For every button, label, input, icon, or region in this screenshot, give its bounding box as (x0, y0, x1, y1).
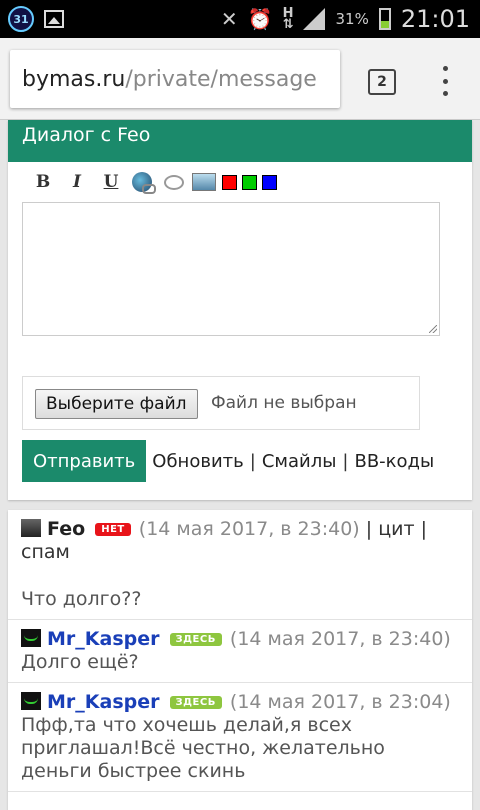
username-link[interactable]: Mr_Kasper (47, 691, 160, 713)
bbcodes-link[interactable]: BB-коды (354, 451, 434, 472)
dialog-title: Диалог с Feo (8, 120, 472, 162)
link-icon[interactable] (132, 172, 156, 194)
url-path: /private/message (125, 66, 317, 92)
bbcode-toolbar: B I U (26, 172, 282, 194)
url-bar[interactable]: bymas.ru/private/message (10, 50, 340, 108)
clock: 21:01 (400, 5, 470, 33)
calendar-notification-icon: 31 (8, 6, 34, 32)
browser-toolbar: bymas.ru/private/message 2 (0, 38, 480, 120)
quote-link[interactable]: цит (378, 518, 414, 540)
bold-button[interactable]: B (26, 172, 60, 192)
spam-link[interactable]: спам (21, 541, 70, 563)
choose-file-button[interactable]: Выберите файл (35, 389, 198, 419)
network-type-icon: H ⇅ (282, 6, 294, 32)
offline-badge: НЕТ (95, 523, 131, 536)
avatar[interactable] (21, 692, 41, 710)
separator: | (365, 518, 373, 540)
file-status: Файл не выбран (211, 393, 357, 413)
battery-percent: 31% (335, 10, 369, 28)
smileys-link[interactable]: Смайлы (262, 451, 337, 472)
alarm-icon: ⏰ (247, 7, 273, 31)
color-blue-button[interactable] (262, 174, 277, 190)
list-item: Mr_Kasper ЗДЕСЬ (14 мая 2017, в 23:40) Д… (8, 620, 472, 683)
list-item: Feo НЕТ (14 мая 2017, в 23:40) | цит | с… (8, 510, 472, 620)
underline-button[interactable]: U (94, 172, 128, 192)
tab-switcher-button[interactable]: 2 (368, 69, 396, 95)
message-text: Долго ещё? (21, 651, 139, 673)
message-time: (14 мая 2017, в 23:40) (229, 628, 451, 650)
avatar[interactable] (21, 629, 41, 647)
list-item: Mr_Kasper ЗДЕСЬ (14 мая 2017, в 23:04) П… (8, 683, 472, 792)
quote-icon[interactable] (164, 174, 184, 190)
battery-icon (378, 8, 391, 30)
mute-icon: ✕ (220, 7, 238, 31)
message-list: Feo НЕТ (14 мая 2017, в 23:40) | цит | с… (8, 510, 472, 810)
message-textarea[interactable] (22, 202, 440, 336)
status-bar: 31 ✕ ⏰ H ⇅ 31% 21:01 (0, 0, 480, 38)
gallery-notification-icon (44, 10, 64, 28)
signal-icon (303, 8, 326, 30)
message-time: (14 мая 2017, в 23:40) (138, 518, 360, 540)
browser-menu-icon[interactable] (440, 66, 450, 96)
dialog-form-card: Диалог с Feo B I U Выберите файл Файл не… (8, 120, 472, 500)
username-link[interactable]: Mr_Kasper (47, 628, 160, 650)
refresh-link[interactable]: Обновить (152, 451, 243, 472)
username-link[interactable]: Feo (47, 518, 85, 540)
separator: | (249, 450, 256, 472)
italic-button[interactable]: I (60, 172, 94, 192)
separator: | (342, 450, 349, 472)
send-button[interactable]: Отправить (22, 440, 147, 482)
url-domain: bymas.ru (22, 66, 126, 92)
message-time: (14 мая 2017, в 23:04) (229, 691, 451, 713)
color-green-button[interactable] (242, 174, 257, 190)
image-icon[interactable] (192, 173, 216, 191)
form-actions: Отправить Обновить | Смайлы | BB-коды (22, 440, 434, 482)
file-upload: Выберите файл Файл не выбран (22, 376, 420, 430)
online-badge: ЗДЕСЬ (169, 696, 222, 709)
online-badge: ЗДЕСЬ (169, 633, 222, 646)
color-red-button[interactable] (222, 174, 237, 190)
message-text: Пфф,та что хочешь делай,я всех приглашал… (21, 714, 385, 782)
message-text: Что долго?? (21, 588, 142, 610)
avatar[interactable] (21, 519, 41, 537)
separator: | (420, 518, 428, 540)
